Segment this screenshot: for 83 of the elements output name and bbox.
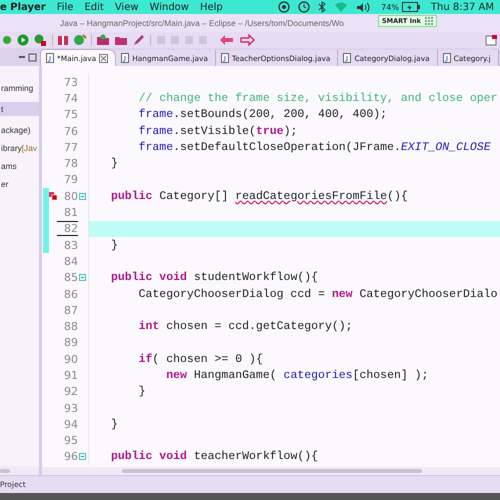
run-tool-icon[interactable] bbox=[34, 34, 48, 46]
java-file-icon bbox=[220, 53, 229, 63]
perspective-icon[interactable] bbox=[485, 34, 497, 46]
menu-item[interactable]: File bbox=[56, 2, 74, 12]
collapse-icon[interactable] bbox=[79, 192, 86, 200]
line-number: 82 bbox=[57, 221, 78, 236]
code-line: } bbox=[111, 418, 118, 431]
window-title: Java – HangmanProject/src/Main.java – Eclipse – /Users/tom/Documents/Wo bbox=[60, 18, 344, 28]
line-number: 78 bbox=[63, 157, 78, 170]
line-number: 92 bbox=[63, 385, 78, 398]
line-number: 94 bbox=[63, 418, 78, 431]
line-number: 91 bbox=[63, 368, 78, 382]
line-number: 96 bbox=[63, 450, 78, 464]
collapse-icon[interactable] bbox=[79, 274, 86, 282]
code-line: int chosen = ccd.getCategory(); bbox=[138, 320, 353, 334]
battery-percent: 74% bbox=[381, 2, 399, 12]
java-file-icon bbox=[442, 53, 451, 63]
forward-arrow-icon[interactable] bbox=[239, 34, 255, 46]
java-file-icon bbox=[46, 53, 54, 63]
app-name[interactable]: e Player bbox=[0, 2, 46, 12]
pen-icon[interactable] bbox=[132, 34, 146, 46]
code-line: frame.setBounds(200, 200, 400, 400); bbox=[138, 108, 388, 122]
error-marker-icon[interactable] bbox=[49, 192, 57, 200]
bluetooth-icon[interactable] bbox=[318, 1, 326, 13]
line-number: 88 bbox=[63, 320, 78, 334]
scrollbar[interactable] bbox=[0, 468, 10, 472]
folder-icon[interactable] bbox=[96, 34, 110, 46]
menu-item[interactable]: Window bbox=[150, 2, 189, 12]
back-arrow-icon[interactable] bbox=[219, 34, 235, 46]
code-line: } bbox=[111, 157, 118, 170]
record-icon[interactable] bbox=[278, 1, 290, 13]
line-number: 93 bbox=[63, 402, 78, 415]
line-number: 86 bbox=[63, 288, 78, 300]
package-icon[interactable] bbox=[57, 34, 69, 46]
menu-item[interactable]: Help bbox=[200, 2, 223, 12]
grip-icon[interactable] bbox=[425, 17, 433, 25]
line-number: 95 bbox=[63, 434, 78, 448]
line-number: 79 bbox=[63, 173, 78, 186]
java-file-icon bbox=[343, 53, 352, 63]
code-line: if( chosen >= 0 ){ bbox=[138, 352, 263, 366]
code-line: // change the frame size, visibility, and close oper bbox=[138, 92, 498, 105]
minimize-maximize-icon[interactable] bbox=[18, 53, 38, 63]
code-line: } bbox=[111, 238, 118, 252]
code-line: frame.setDefaultCloseOperation(JFrame.EXIT_ON_CLOSE bbox=[138, 140, 491, 154]
code-line: } bbox=[138, 385, 146, 398]
volume-icon[interactable] bbox=[356, 2, 370, 12]
close-icon[interactable] bbox=[99, 54, 108, 62]
line-number: 89 bbox=[63, 336, 78, 350]
tree-item[interactable]: ackage) bbox=[0, 123, 39, 137]
line-number: 74 bbox=[63, 92, 78, 105]
code-line: frame.setVisible(true); bbox=[138, 124, 298, 138]
folder-icon[interactable] bbox=[114, 34, 128, 46]
tree-item[interactable]: er bbox=[0, 177, 39, 191]
line-number: 73 bbox=[63, 76, 78, 89]
line-number: 81 bbox=[63, 206, 78, 220]
menu-item[interactable]: View bbox=[114, 2, 139, 12]
code-line: public Category[] readCategoriesFromFile(){ bbox=[111, 190, 408, 203]
scrollbar[interactable] bbox=[122, 469, 422, 473]
tree-item[interactable]: ams bbox=[0, 159, 39, 173]
code-line: new HangmanGame( categories[chosen] ); bbox=[165, 368, 428, 382]
play-icon[interactable] bbox=[17, 34, 30, 46]
line-number: 90 bbox=[63, 352, 78, 366]
line-number: 83 bbox=[63, 238, 78, 252]
tree-item[interactable]: t bbox=[0, 102, 39, 116]
line-number: 84 bbox=[63, 254, 78, 268]
code-line: public void teacherWorkflow(){ bbox=[111, 450, 318, 464]
line-number: 87 bbox=[63, 304, 78, 317]
line-number: 77 bbox=[63, 140, 78, 154]
java-file-icon bbox=[121, 53, 130, 63]
menu-item[interactable]: Edit bbox=[84, 2, 104, 12]
collapse-icon[interactable] bbox=[79, 453, 86, 460]
code-line: public void studentWorkflow(){ bbox=[111, 271, 318, 284]
clock-icon[interactable] bbox=[298, 1, 310, 13]
line-number: 76 bbox=[63, 124, 78, 138]
new-class-icon[interactable] bbox=[73, 34, 87, 46]
clock[interactable]: Thu 8:37 AM bbox=[430, 2, 494, 12]
tree-item[interactable]: ramming bbox=[0, 81, 39, 95]
line-number: 85 bbox=[63, 271, 78, 284]
code-line: CategoryChooserDialog ccd = new CategoryChooserDialo bbox=[138, 288, 498, 300]
battery-icon[interactable] bbox=[402, 2, 420, 12]
tree-item[interactable]: ibrary[Jav bbox=[0, 141, 39, 155]
line-number: 80 bbox=[63, 190, 78, 203]
line-number: 75 bbox=[63, 108, 78, 122]
